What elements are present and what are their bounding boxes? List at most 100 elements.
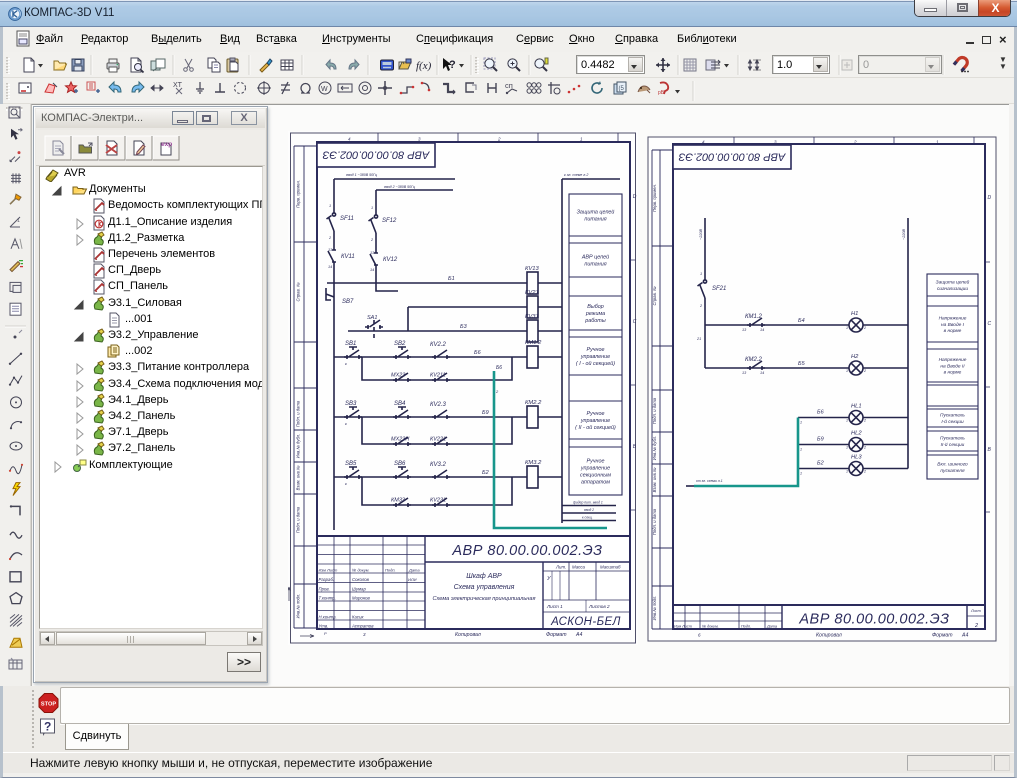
svg-text:Дата: Дата — [408, 568, 420, 573]
svg-text:Подп.: Подп. — [741, 625, 751, 629]
svg-text:Б4: Б4 — [798, 318, 805, 324]
svg-text:Защита цепей: Защита цепей — [577, 209, 615, 216]
svg-text:I-й секции: I-й секции — [941, 418, 964, 425]
svg-text:SВ3: SВ3 — [345, 401, 357, 407]
svg-text:Формат: Формат — [932, 633, 953, 639]
svg-text:Выбор: Выбор — [587, 304, 604, 310]
svg-text:SВ5: SВ5 — [345, 461, 357, 467]
svg-text:14: 14 — [328, 265, 332, 269]
svg-text:Изм Лист: Изм Лист — [319, 568, 338, 573]
svg-text:1: 1 — [800, 448, 802, 452]
svg-text:КV3.2: КV3.2 — [430, 462, 447, 468]
svg-text:КV221: КV221 — [430, 437, 446, 443]
svg-text:Изм Лист: Изм Лист — [674, 625, 692, 629]
svg-text:D: D — [633, 194, 637, 200]
svg-text:SF21: SF21 — [712, 286, 726, 292]
svg-text:C: C — [633, 319, 637, 325]
svg-text:сигнализации: сигнализации — [937, 287, 968, 292]
svg-text:~220В: ~220В — [699, 228, 703, 240]
svg-text:Вкл. шинного: Вкл. шинного — [937, 462, 968, 468]
svg-text:У: У — [546, 576, 551, 582]
svg-text:SВ1: SВ1 — [345, 341, 356, 347]
svg-text:управление: управление — [580, 418, 610, 424]
svg-text:к: к — [345, 362, 347, 366]
svg-text:КV231: КV231 — [430, 498, 446, 504]
svg-text:Дата: Дата — [766, 625, 777, 629]
svg-text:НL1: НL1 — [851, 404, 862, 410]
svg-text:SВ7: SВ7 — [342, 299, 354, 305]
svg-text:секционным: секционным — [580, 473, 611, 479]
svg-text:Пускатель: Пускатель — [940, 413, 965, 419]
svg-text:SВ2: SВ2 — [394, 341, 406, 347]
svg-text:Лист: Лист — [970, 609, 981, 613]
svg-text:КV2.2: КV2.2 — [430, 342, 447, 348]
svg-text:Инв.№ подл.: Инв.№ подл. — [652, 596, 657, 621]
svg-text:АСКОН-БЕЛ: АСКОН-БЕЛ — [550, 616, 621, 628]
svg-text:Шкаф АВР: Шкаф АВР — [466, 573, 502, 580]
svg-text:Взам. инв.№: Взам. инв.№ — [296, 465, 301, 490]
svg-text:~220В: ~220В — [902, 228, 906, 240]
svg-text:1: 1 — [700, 272, 702, 276]
svg-text:Касик: Касик — [352, 615, 364, 620]
svg-text:Б5: Б5 — [798, 361, 806, 367]
svg-text:Подп. и дата: Подп. и дата — [652, 508, 657, 535]
svg-text:Взам. инв.№: Взам. инв.№ — [652, 467, 657, 492]
svg-text:ИЛИ: ИЛИ — [408, 577, 417, 582]
svg-text:2: 2 — [863, 446, 866, 450]
svg-text:АВР 80.00.00.002.ЭЗ: АВР 80.00.00.002.ЭЗ — [678, 151, 786, 163]
svg-text:к: к — [345, 422, 347, 426]
svg-text:Справ. №: Справ. № — [652, 286, 657, 305]
svg-text:Подп. и дата: Подп. и дата — [296, 400, 301, 427]
svg-text:ввод 2: ввод 2 — [584, 508, 594, 512]
svg-text:2: 2 — [853, 140, 857, 145]
svg-text:Б2: Б2 — [482, 470, 489, 476]
svg-text:Т.контр.: Т.контр. — [319, 596, 336, 601]
svg-text:АВР цепей: АВР цепей — [581, 254, 609, 261]
svg-text:фидер пит. ввод 1: фидер пит. ввод 1 — [573, 501, 603, 505]
svg-text:SF12: SF12 — [382, 218, 397, 224]
svg-text:№ докум.: № докум. — [352, 568, 370, 573]
svg-text:SF11: SF11 — [340, 216, 354, 222]
svg-text:1: 1 — [329, 204, 331, 208]
svg-text:к: к — [345, 482, 347, 486]
svg-text:Пускатель: Пускатель — [940, 436, 965, 442]
svg-text:Н2: Н2 — [851, 354, 859, 360]
svg-text:НL3: НL3 — [851, 455, 862, 461]
svg-text:АВР 80.00.00.002.ЭЗ: АВР 80.00.00.002.ЭЗ — [798, 612, 949, 628]
svg-text:Б3: Б3 — [460, 324, 468, 330]
svg-text:14: 14 — [370, 268, 374, 272]
svg-text:управление: управление — [580, 354, 610, 360]
svg-text:КМ1.2: КМ1.2 — [745, 314, 763, 320]
svg-text:Б2: Б2 — [817, 461, 824, 467]
svg-text:КV2.3: КV2.3 — [430, 402, 447, 408]
svg-text:к секц.: к секц. — [582, 516, 593, 520]
svg-text:работы: работы — [584, 318, 606, 324]
svg-text:Инв.№ дубл.: Инв.№ дубл. — [296, 434, 301, 459]
svg-text:2: 2 — [863, 369, 866, 373]
svg-text:Подп.: Подп. — [385, 568, 396, 573]
svg-text:SА1: SА1 — [367, 315, 377, 321]
svg-text:Инв.№ подл.: Инв.№ подл. — [296, 594, 301, 619]
svg-text:от эл. схемы л.1: от эл. схемы л.1 — [696, 479, 723, 483]
svg-text:КМ2.2: КМ2.2 — [525, 400, 542, 406]
svg-text:SВ4: SВ4 — [394, 401, 406, 407]
svg-text:1: 1 — [846, 470, 848, 474]
svg-text:КМ1.2: КМ1.2 — [525, 340, 542, 346]
svg-text:МХ23Н: МХ23Н — [391, 437, 409, 443]
svg-text:Лит.: Лит. — [555, 565, 566, 570]
svg-text:Ручное: Ручное — [586, 411, 604, 417]
svg-text:SВ6: SВ6 — [394, 461, 406, 467]
svg-text:НL2: НL2 — [851, 431, 862, 437]
svg-text:КV211: КV211 — [430, 373, 446, 379]
svg-text:Схема электрическая принципиал: Схема электрическая принципиальная — [433, 596, 536, 602]
svg-text:питания: питания — [584, 262, 606, 268]
svg-text:2: 2 — [497, 137, 501, 142]
svg-text:КV11: КV11 — [341, 254, 355, 260]
svg-text:КV13: КV13 — [525, 266, 540, 272]
svg-text:(5: (5 — [619, 86, 625, 92]
svg-text:режима: режима — [585, 311, 605, 317]
svg-text:КМ33: КМ33 — [391, 498, 406, 504]
svg-text:?: ? — [44, 720, 51, 734]
svg-text:II-й секции: II-й секции — [941, 441, 965, 448]
svg-text:1: 1 — [846, 369, 848, 373]
